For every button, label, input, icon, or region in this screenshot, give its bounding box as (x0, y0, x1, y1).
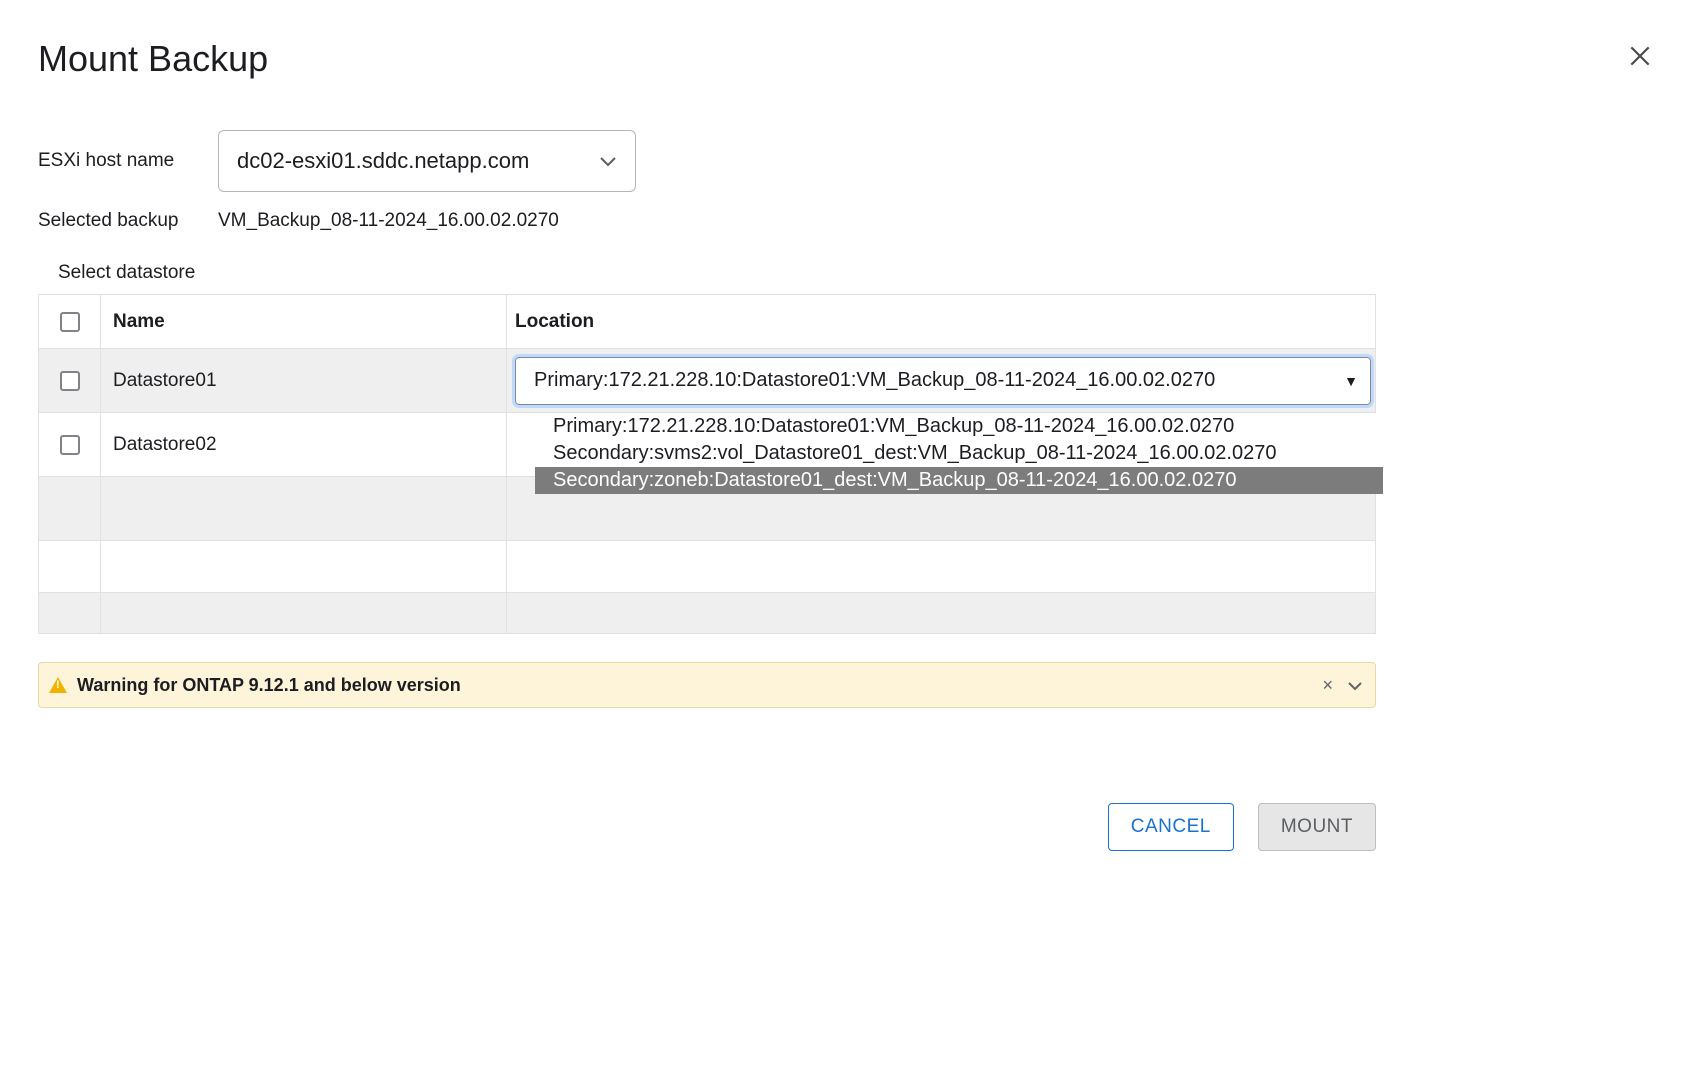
selected-backup-row: Selected backup VM_Backup_08-11-2024_16.… (38, 210, 1676, 232)
location-select-value: Primary:172.21.228.10:Datastore01:VM_Bac… (534, 369, 1215, 392)
esxi-host-row: ESXi host name dc02-esxi01.sddc.netapp.c… (38, 130, 1676, 192)
selected-backup-label: Selected backup (38, 210, 218, 232)
dropdown-option[interactable]: Secondary:zoneb:Datastore01_dest:VM_Back… (535, 467, 1383, 494)
col-location-header: Location (507, 295, 1375, 348)
esxi-host-label: ESXi host name (38, 150, 218, 172)
table-row (39, 593, 1375, 633)
close-icon (1627, 43, 1653, 69)
table-row (39, 541, 1375, 593)
datastore-name-cell: Datastore02 (101, 413, 507, 476)
location-select[interactable]: Primary:172.21.228.10:Datastore01:VM_Bac… (515, 357, 1371, 405)
dropdown-option[interactable]: Secondary:svms2:vol_Datastore01_dest:VM_… (535, 440, 1383, 467)
dropdown-option[interactable]: Primary:172.21.228.10:Datastore01:VM_Bac… (535, 413, 1383, 440)
esxi-host-value: dc02-esxi01.sddc.netapp.com (237, 148, 529, 174)
warning-text: Warning for ONTAP 9.12.1 and below versi… (77, 675, 461, 696)
mount-backup-dialog: Mount Backup ESXi host name dc02-esxi01.… (0, 0, 1696, 1070)
datastore-name-cell: Datastore01 (101, 349, 507, 412)
location-dropdown[interactable]: Primary:172.21.228.10:Datastore01:VM_Bac… (535, 413, 1383, 494)
warning-icon (49, 677, 67, 693)
close-button[interactable] (1620, 36, 1660, 76)
esxi-host-select[interactable]: dc02-esxi01.sddc.netapp.com (218, 130, 636, 192)
caret-down-icon: ▼ (1344, 373, 1358, 389)
chevron-down-icon (599, 148, 617, 174)
select-all-checkbox[interactable] (60, 312, 80, 332)
table-header: Name Location (39, 295, 1375, 349)
col-name-header: Name (101, 295, 507, 348)
cancel-button[interactable]: CANCEL (1108, 803, 1234, 851)
select-datastore-label: Select datastore (58, 262, 1676, 284)
datastore-table: Name Location Datastore01 Primary:172.21… (38, 294, 1376, 634)
row-checkbox[interactable] (60, 371, 80, 391)
row-checkbox[interactable] (60, 435, 80, 455)
warning-close-icon[interactable]: × (1322, 675, 1333, 696)
dialog-footer: CANCEL MOUNT (38, 803, 1376, 851)
warning-banner: Warning for ONTAP 9.12.1 and below versi… (38, 662, 1376, 708)
warning-expand-icon[interactable] (1347, 675, 1363, 696)
table-row: Datastore01 Primary:172.21.228.10:Datast… (39, 349, 1375, 413)
selected-backup-value: VM_Backup_08-11-2024_16.00.02.0270 (218, 210, 559, 232)
mount-button[interactable]: MOUNT (1258, 803, 1376, 851)
dialog-title: Mount Backup (38, 38, 1676, 80)
